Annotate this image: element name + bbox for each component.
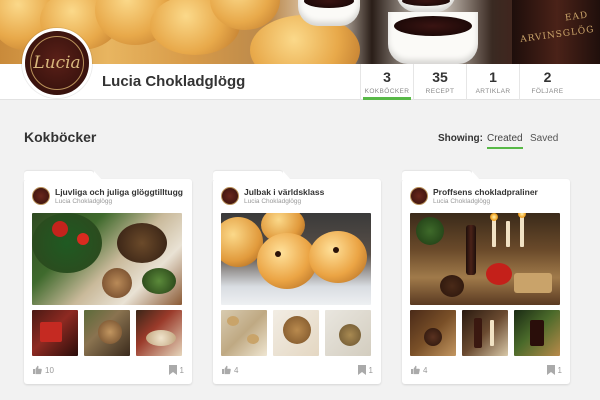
card-saves[interactable]: 1 xyxy=(546,365,562,375)
likes-count: 10 xyxy=(45,365,54,375)
card-saves[interactable]: 1 xyxy=(168,365,184,375)
stat-value: 2 xyxy=(543,69,552,85)
card-main-photo[interactable] xyxy=(221,213,371,305)
stat-label: FÖLJARE xyxy=(531,88,564,95)
card-main-photo[interactable] xyxy=(410,213,560,305)
card-title[interactable]: Proffsens chokladpraliner xyxy=(433,187,567,197)
stat-artiklar[interactable]: 1 ARTIKLAR xyxy=(466,64,519,100)
bookmark-icon xyxy=(546,365,555,375)
card-author-avatar[interactable] xyxy=(32,187,50,205)
card-thumbnail[interactable] xyxy=(462,310,508,356)
saves-count: 1 xyxy=(368,365,373,375)
stat-label: RECEPT xyxy=(425,88,455,95)
showing-label: Showing: xyxy=(438,133,483,144)
bookmark-icon xyxy=(168,365,177,375)
stat-recept[interactable]: 35 RECEPT xyxy=(413,64,466,100)
cookbook-card[interactable]: Proffsens chokladpraliner Lucia Chokladg… xyxy=(402,171,570,384)
likes-count: 4 xyxy=(234,365,239,375)
section-title: Kokböcker xyxy=(24,129,97,145)
card-likes[interactable]: 10 xyxy=(32,365,54,375)
card-likes[interactable]: 4 xyxy=(410,365,427,375)
card-author-avatar[interactable] xyxy=(221,187,239,205)
stat-value: 3 xyxy=(383,69,391,85)
card-title[interactable]: Ljuvliga och juliga glöggtilltugg xyxy=(55,187,189,197)
profile-stats: 3 KOKBÖCKER 35 RECEPT 1 ARTIKLAR 2 FÖLJA… xyxy=(360,64,575,100)
profile-avatar[interactable]: Lucia xyxy=(22,28,92,98)
card-folder-tab xyxy=(402,171,480,180)
profile-name[interactable]: Lucia Chokladglögg xyxy=(102,73,245,90)
bookmark-icon xyxy=(357,365,366,375)
stat-label: KOKBÖCKER xyxy=(364,88,410,95)
thumbs-up-icon xyxy=(411,365,420,375)
card-thumbnail[interactable] xyxy=(221,310,267,356)
filter-saved-tab[interactable]: Saved xyxy=(530,133,558,144)
card-title[interactable]: Julbak i världsklass xyxy=(244,187,378,197)
card-thumbnail[interactable] xyxy=(84,310,130,356)
filter-created-tab[interactable]: Created xyxy=(487,133,523,149)
card-thumbnail[interactable] xyxy=(410,310,456,356)
stat-foljare[interactable]: 2 FÖLJARE xyxy=(519,64,575,100)
card-thumbnail[interactable] xyxy=(325,310,371,356)
stat-value: 1 xyxy=(489,69,497,85)
saves-count: 1 xyxy=(179,365,184,375)
thumbs-up-icon xyxy=(222,365,231,375)
card-author[interactable]: Lucia Chokladglögg xyxy=(55,198,112,205)
card-thumbnail[interactable] xyxy=(514,310,560,356)
stat-label: ARTIKLAR xyxy=(475,88,511,95)
card-thumbnail[interactable] xyxy=(273,310,319,356)
card-folder-tab xyxy=(213,171,291,180)
stat-value: 35 xyxy=(432,69,448,85)
card-author[interactable]: Lucia Chokladglögg xyxy=(433,198,490,205)
card-saves[interactable]: 1 xyxy=(357,365,373,375)
card-likes[interactable]: 4 xyxy=(221,365,238,375)
cookbook-card[interactable]: Ljuvliga och juliga glöggtilltugg Lucia … xyxy=(24,171,192,384)
card-author[interactable]: Lucia Chokladglögg xyxy=(244,198,301,205)
stat-kokbocker[interactable]: 3 KOKBÖCKER xyxy=(360,64,413,100)
card-thumbnail[interactable] xyxy=(32,310,78,356)
likes-count: 4 xyxy=(423,365,428,375)
cookbook-card[interactable]: Julbak i världsklass Lucia Chokladglögg … xyxy=(213,171,381,384)
card-folder-tab xyxy=(24,171,102,180)
card-thumbnail[interactable] xyxy=(136,310,182,356)
saves-count: 1 xyxy=(557,365,562,375)
card-author-avatar[interactable] xyxy=(410,187,428,205)
thumbs-up-icon xyxy=(33,365,42,375)
card-main-photo[interactable] xyxy=(32,213,182,305)
